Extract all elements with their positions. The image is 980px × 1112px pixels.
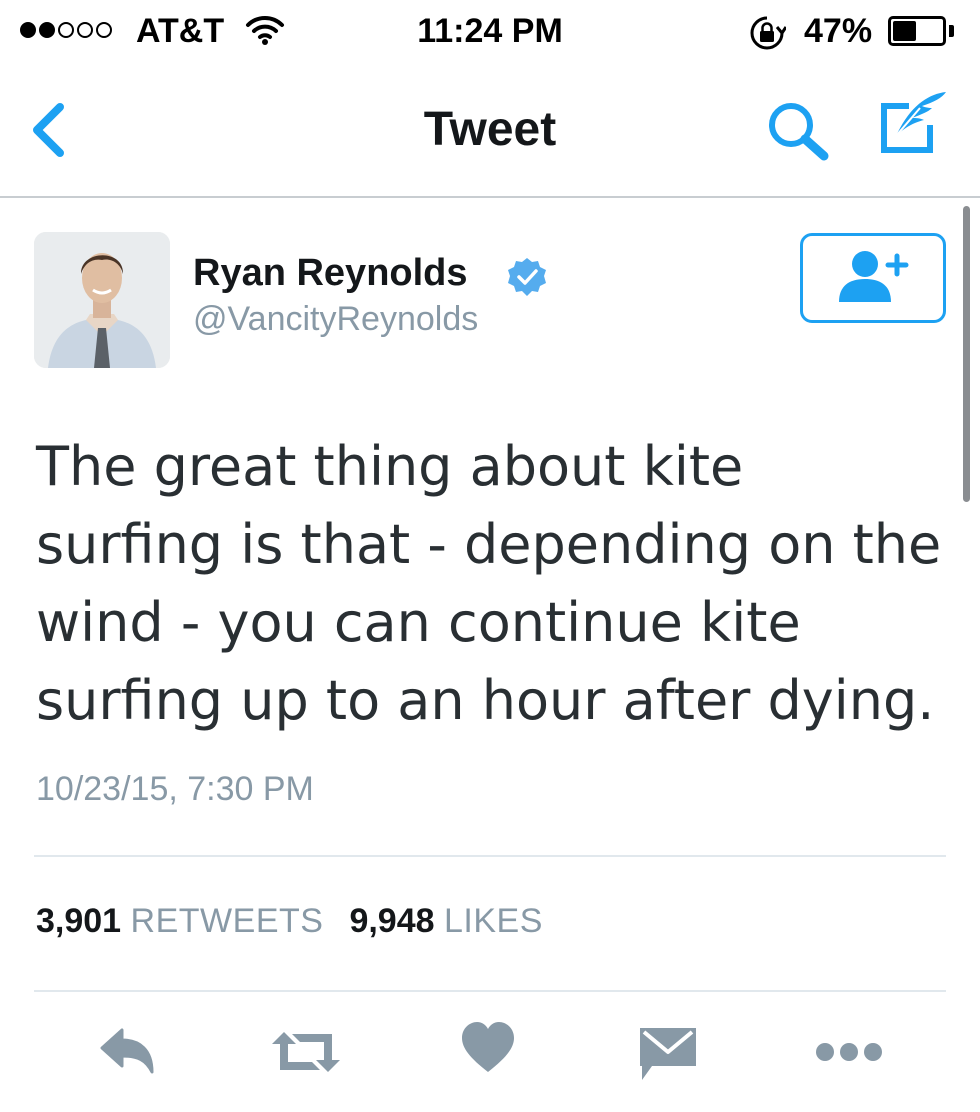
follow-button[interactable] xyxy=(800,233,946,323)
battery-icon xyxy=(888,16,946,46)
battery-fill xyxy=(893,21,916,41)
divider xyxy=(34,855,946,857)
retweets-stat[interactable]: 3,901 RETWEETS xyxy=(36,902,323,940)
avatar[interactable] xyxy=(34,232,170,368)
retweets-count: 3,901 xyxy=(36,902,122,940)
tweet-stats: 3,901 RETWEETS 9,948 LIKES xyxy=(36,902,543,941)
like-heart-icon[interactable] xyxy=(460,1020,516,1081)
retweets-label: RETWEETS xyxy=(130,902,324,940)
more-options-icon[interactable] xyxy=(814,1040,884,1069)
direct-message-icon[interactable] xyxy=(638,1020,698,1089)
scrollbar-thumb[interactable] xyxy=(963,206,970,502)
compose-tweet-icon[interactable] xyxy=(876,88,948,165)
navigation-bar: Tweet xyxy=(0,64,980,198)
author-handle[interactable]: @VancityReynolds xyxy=(193,300,478,339)
reply-icon[interactable] xyxy=(98,1020,158,1085)
author-display-name[interactable]: Ryan Reynolds xyxy=(193,252,468,295)
follow-user-icon xyxy=(835,246,911,311)
search-icon[interactable] xyxy=(766,100,832,167)
likes-label: LIKES xyxy=(444,902,543,940)
battery-nub xyxy=(949,25,954,37)
likes-stat[interactable]: 9,948 LIKES xyxy=(349,902,542,940)
verified-badge-icon xyxy=(506,256,548,303)
retweet-icon[interactable] xyxy=(268,1020,344,1089)
tweet-timestamp: 10/23/15, 7:30 PM xyxy=(36,770,314,808)
divider xyxy=(34,990,946,992)
tweet-text: The great thing about kite surfing is th… xyxy=(36,435,942,732)
likes-count: 9,948 xyxy=(349,902,435,940)
rotation-lock-icon xyxy=(748,14,788,57)
battery-percent: 47% xyxy=(804,12,873,50)
status-bar: AT&T 11:24 PM 47% xyxy=(0,0,980,64)
page-title: Tweet xyxy=(423,103,557,156)
